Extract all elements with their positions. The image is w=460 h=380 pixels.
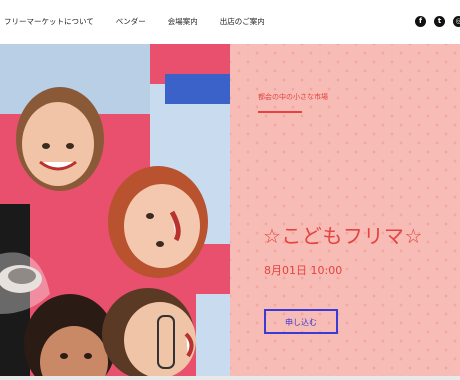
nav-item-exhibitor-info[interactable]: 出店のご案内 bbox=[220, 16, 265, 27]
apply-button[interactable]: 申し込む bbox=[264, 309, 338, 334]
event-panel: 都会の中の小さな市場 ☆こどもフリマ☆ 8月01日 10:00 申し込む bbox=[230, 44, 460, 376]
twitter-icon[interactable]: t bbox=[434, 16, 445, 27]
event-title: ☆こどもフリマ☆ bbox=[263, 224, 423, 248]
instagram-icon[interactable]: ◎ bbox=[453, 16, 460, 27]
children-photo bbox=[0, 44, 230, 376]
header-bar: フリーマーケットについて ベンダー 会場案内 出店のご案内 f t ◎ bbox=[0, 0, 460, 44]
facebook-icon[interactable]: f bbox=[415, 16, 426, 27]
nav-item-about[interactable]: フリーマーケットについて bbox=[4, 16, 94, 27]
event-tagline: 都会の中の小さな市場 bbox=[258, 93, 328, 101]
hero-section: 都会の中の小さな市場 ☆こどもフリマ☆ 8月01日 10:00 申し込む bbox=[0, 44, 460, 376]
page-divider bbox=[0, 376, 460, 380]
photo-child-top bbox=[0, 44, 150, 191]
main-nav: フリーマーケットについて ベンダー 会場案内 出店のご案内 bbox=[4, 16, 265, 27]
event-date: 8月01日 10:00 bbox=[264, 264, 343, 277]
photo-child-bottom-right bbox=[102, 288, 230, 376]
nav-item-vendors[interactable]: ベンダー bbox=[116, 16, 146, 27]
nav-item-venue[interactable]: 会場案内 bbox=[168, 16, 198, 27]
social-links: f t ◎ bbox=[415, 16, 460, 27]
tagline-underline bbox=[258, 111, 302, 113]
